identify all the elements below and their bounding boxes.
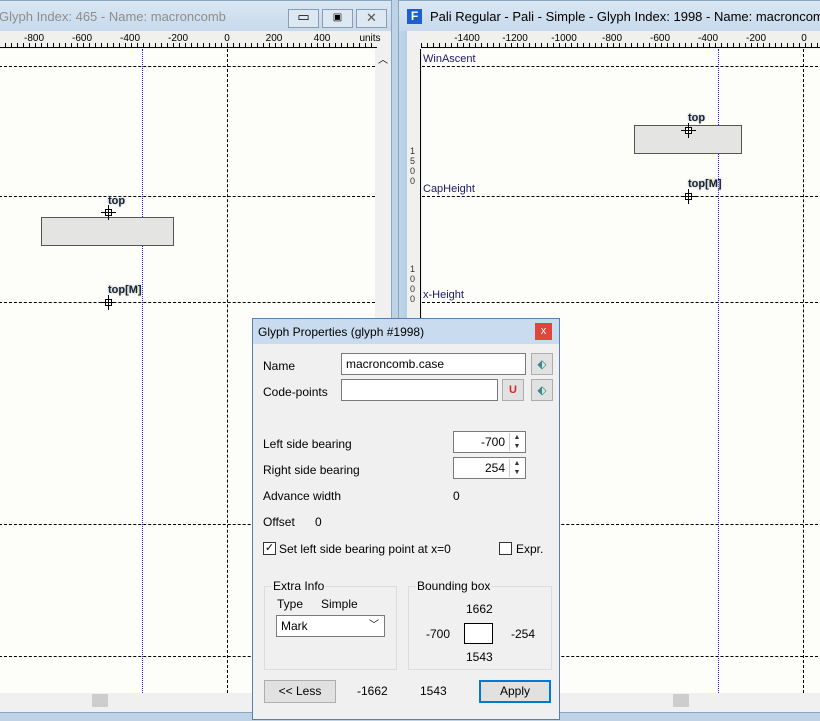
type-dropdown-value: Mark xyxy=(281,619,308,633)
scrollbar-thumb[interactable] xyxy=(673,694,689,707)
less-button[interactable]: << Less xyxy=(264,680,336,703)
anchor-top-m[interactable] xyxy=(101,295,116,310)
scrollbar-thumb[interactable] xyxy=(92,694,108,707)
vruler-label: 1500 xyxy=(409,146,415,186)
cap-height-line xyxy=(422,196,820,197)
anchor-top[interactable] xyxy=(681,123,696,138)
footer-value: -1662 xyxy=(357,684,388,698)
metric-line xyxy=(0,302,375,303)
x-height-label: x-Height xyxy=(423,289,464,301)
ruler-tick: 0 xyxy=(801,33,807,44)
ruler-tick: 400 xyxy=(313,33,331,44)
rsb-spinner[interactable]: 254 ▲ ▼ xyxy=(453,457,526,479)
set-lsb-label[interactable]: Set left side bearing point at x=0 xyxy=(279,542,451,556)
bounding-box-group: Bounding box 1662 -700 -254 1543 xyxy=(408,579,552,670)
ruler-tick: 0 xyxy=(224,33,230,44)
extra-info-title: Extra Info xyxy=(272,579,326,593)
expr-label[interactable]: Expr. xyxy=(516,542,543,556)
scroll-up-icon[interactable]: ︿ xyxy=(378,51,388,66)
ruler-units: units xyxy=(359,33,381,44)
anchor-top-m[interactable] xyxy=(681,189,696,204)
tag-lightning-icon[interactable]: ⬖ xyxy=(531,379,553,401)
cap-height-label: CapHeight xyxy=(423,183,475,195)
ruler-tick: -200 xyxy=(745,33,767,44)
anchor-top-label: top xyxy=(108,195,126,207)
ruler-tick: -600 xyxy=(649,33,671,44)
codepoints-label: Code-points xyxy=(263,385,328,399)
rsb-label: Right side bearing xyxy=(263,463,360,477)
dialog-close-button[interactable]: x xyxy=(535,323,552,340)
bbox-top: 1662 xyxy=(466,602,493,616)
ruler-tick: -800 xyxy=(23,33,45,44)
win-ascent-label: WinAscent xyxy=(423,53,476,65)
maximize-button[interactable]: ▣ xyxy=(322,9,353,28)
type-dropdown[interactable]: Mark ﹀ xyxy=(276,615,385,637)
ruler-tick: -1200 xyxy=(502,33,528,44)
spin-arrows-icon[interactable]: ▲ ▼ xyxy=(509,459,524,477)
dialog-title: Glyph Properties (glyph #1998) xyxy=(258,325,425,339)
glyph-properties-dialog: Glyph Properties (glyph #1998) x Name ma… xyxy=(252,318,560,720)
ruler-tick: -200 xyxy=(167,33,189,44)
set-lsb-checkbox[interactable]: ✓ xyxy=(263,542,276,555)
footer-value: 1543 xyxy=(420,684,447,698)
ruler-tick: -800 xyxy=(601,33,623,44)
metric-line xyxy=(0,66,375,67)
lsb-label: Left side bearing xyxy=(263,437,352,451)
bounding-box-title: Bounding box xyxy=(416,579,492,593)
name-input[interactable]: macroncomb.case xyxy=(341,353,526,375)
left-window-title: Glyph Index: 465 - Name: macroncomb xyxy=(0,9,226,24)
horizontal-ruler: -1400 -1200 -1000 -800 -600 -400 -200 0 xyxy=(421,31,820,48)
bbox-preview xyxy=(464,623,493,644)
extra-info-group: Extra Info Type Simple Mark ﹀ xyxy=(264,579,397,670)
apply-button[interactable]: Apply xyxy=(479,680,551,703)
right-window-title: Pali Regular - Pali - Simple - Glyph Ind… xyxy=(430,9,820,24)
offset-label: Offset xyxy=(263,515,295,529)
origin-line xyxy=(803,49,804,693)
expr-checkbox[interactable] xyxy=(499,542,512,555)
anchor-top-label: top xyxy=(688,112,706,124)
name-label: Name xyxy=(263,359,296,373)
horizontal-ruler: -800 -600 -400 -200 0 200 400 units xyxy=(0,31,381,48)
codepoints-input[interactable] xyxy=(341,379,498,401)
type-value: Simple xyxy=(321,597,358,611)
tag-lightning-icon[interactable]: ⬖ xyxy=(531,353,553,375)
lsb-spinner[interactable]: -700 ▲ ▼ xyxy=(453,431,526,453)
anchor-top-m-label: top[M] xyxy=(688,178,722,190)
dialog-titlebar[interactable]: Glyph Properties (glyph #1998) x xyxy=(253,319,559,344)
ruler-tick: 200 xyxy=(265,33,283,44)
glyph-outline[interactable] xyxy=(41,217,174,246)
rsb-value: 254 xyxy=(484,461,505,475)
spin-arrows-icon[interactable]: ▲ ▼ xyxy=(509,433,524,451)
offset-value: 0 xyxy=(315,515,322,529)
advance-width-label: Advance width xyxy=(263,489,342,503)
advance-width-value: 0 xyxy=(453,489,460,503)
ruler-tick: -1400 xyxy=(454,33,480,44)
ruler-tick: -400 xyxy=(697,33,719,44)
vruler-label: 1000 xyxy=(409,264,415,304)
unicode-icon[interactable]: U xyxy=(502,379,524,401)
anchor-top[interactable] xyxy=(101,205,116,220)
origin-line xyxy=(227,49,228,693)
advance-line xyxy=(142,49,143,693)
anchor-top-m-label: top[M] xyxy=(108,284,142,296)
ruler-tick: -600 xyxy=(71,33,93,44)
type-label: Type xyxy=(277,597,304,611)
metric-line xyxy=(0,196,375,197)
ruler-tick: -1000 xyxy=(551,33,577,44)
bbox-left: -700 xyxy=(426,627,451,641)
x-height-line xyxy=(422,302,820,303)
close-window-button[interactable]: ✕ xyxy=(356,9,387,28)
right-window-titlebar[interactable]: F Pali Regular - Pali - Simple - Glyph I… xyxy=(399,1,820,31)
chevron-down-icon: ﹀ xyxy=(369,620,379,631)
win-ascent-line xyxy=(422,66,820,67)
minimize-button[interactable]: ▭ xyxy=(288,9,319,28)
bbox-right: -254 xyxy=(511,627,536,641)
ruler-tick: -400 xyxy=(119,33,141,44)
bbox-bottom: 1543 xyxy=(466,650,493,664)
app-icon: F xyxy=(407,9,422,24)
left-window-titlebar[interactable]: Glyph Index: 465 - Name: macroncomb ▭ ▣ … xyxy=(0,1,391,31)
lsb-value: -700 xyxy=(480,435,505,449)
